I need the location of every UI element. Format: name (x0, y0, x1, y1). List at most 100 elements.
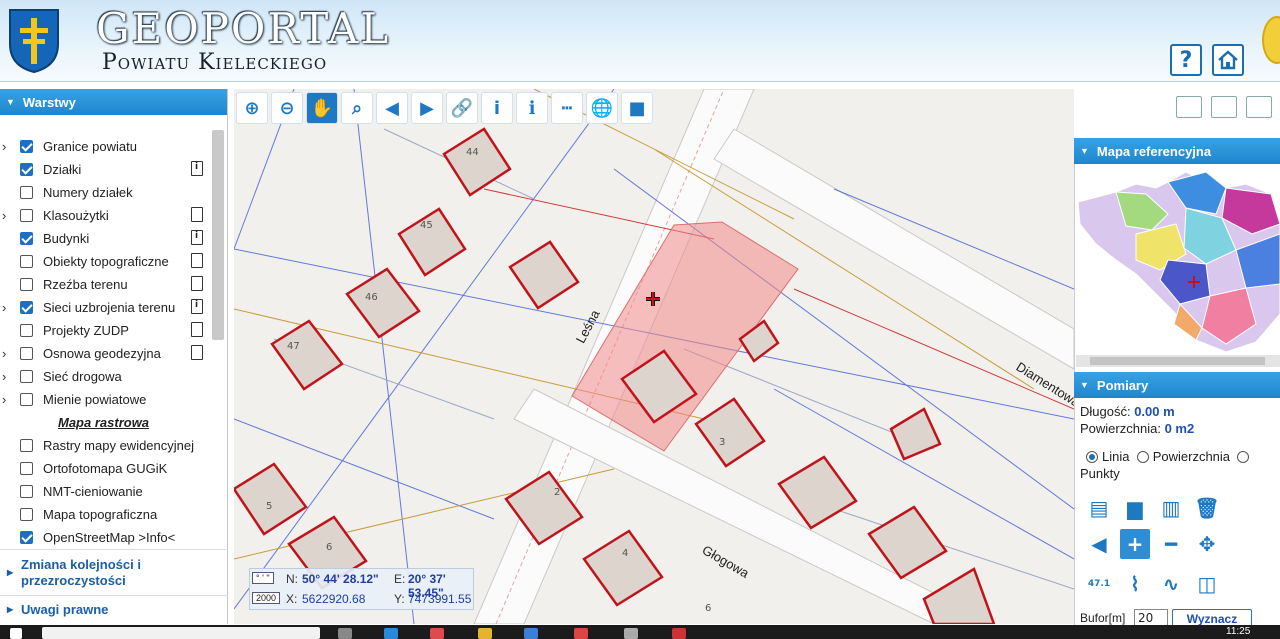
layout-full-icon[interactable] (1176, 96, 1202, 118)
taskbar-search[interactable] (42, 627, 320, 639)
layer-checkbox[interactable] (20, 255, 33, 268)
app2-icon[interactable] (672, 628, 686, 639)
layer-item[interactable]: Projekty ZUDP (0, 321, 212, 344)
option-punkty-label[interactable]: Punkty (1080, 466, 1280, 483)
layer-list-scrollbar[interactable] (212, 130, 224, 340)
radio-linia[interactable] (1086, 451, 1098, 463)
layer-item[interactable]: Mapa topograficzna (0, 505, 212, 528)
edge-icon[interactable] (384, 628, 398, 639)
layer-checkbox[interactable] (20, 163, 33, 176)
layer-item[interactable]: Numery działek (0, 183, 212, 206)
reference-map-header[interactable]: ▼ Mapa referencyjna (1074, 138, 1280, 164)
remove-point-icon[interactable]: ━ (1156, 529, 1186, 559)
layout-split-icon[interactable] (1211, 96, 1237, 118)
layer-item[interactable]: › Osnowa geodezyjna (0, 344, 212, 367)
expand-arrow-icon[interactable]: › (2, 346, 6, 361)
add-point-icon[interactable]: + (1120, 529, 1150, 559)
settings-taskbar-icon[interactable] (624, 628, 638, 639)
print-icon[interactable]: ▥ (1156, 493, 1186, 523)
layer-checkbox[interactable] (20, 324, 33, 337)
expand-arrow-icon[interactable]: › (2, 369, 6, 384)
layer-checkbox[interactable] (20, 393, 33, 406)
layer-checkbox[interactable] (20, 140, 33, 153)
layer-checkbox[interactable] (20, 462, 33, 475)
zoom-in-icon[interactable]: ⊕ (236, 92, 268, 124)
label-tool-icon[interactable]: 47.1 (1084, 569, 1114, 599)
order-transparency-section[interactable]: ▶ Zmiana kolejności i przezroczystości (0, 549, 228, 595)
measure-icon[interactable]: ┅ (551, 92, 583, 124)
layer-item[interactable]: Rastry mapy ewidencyjnej (0, 436, 212, 459)
video-icon[interactable]: ■ (621, 92, 653, 124)
folder-taskbar-icon[interactable] (478, 628, 492, 639)
layers-panel-header[interactable]: ▼ Warstwy (0, 89, 227, 115)
layer-checkbox[interactable] (20, 301, 33, 314)
back-arrow-icon[interactable]: ◀ (1084, 529, 1114, 559)
coord-format-button[interactable]: ° ' " (252, 572, 274, 584)
folder-icon[interactable]: ▆ (1120, 493, 1150, 523)
chrome-icon[interactable] (574, 628, 588, 639)
layer-checkbox[interactable] (20, 370, 33, 383)
metadata-doc-icon[interactable] (191, 253, 203, 268)
layer-checkbox[interactable] (20, 278, 33, 291)
home-button[interactable] (1212, 44, 1244, 76)
metadata-info-icon[interactable] (191, 230, 203, 245)
layer-checkbox[interactable] (20, 209, 33, 222)
layer-item[interactable]: Budynki (0, 229, 212, 252)
zoom-extent-icon[interactable]: ⌕ (341, 92, 373, 124)
cube-icon[interactable]: ◫ (1192, 569, 1222, 599)
reference-map-scrollbar[interactable] (1076, 355, 1280, 367)
layer-item[interactable]: Obiekty topograficzne (0, 252, 212, 275)
layer-item[interactable]: › Granice powiatu (0, 137, 212, 160)
info-icon[interactable]: i (481, 92, 513, 124)
pan-icon[interactable]: ✋ (306, 92, 338, 124)
expand-arrow-icon[interactable]: › (2, 300, 6, 315)
layer-item[interactable]: OpenStreetMap >Info< (0, 528, 212, 551)
wave-icon[interactable]: ∿ (1156, 569, 1186, 599)
next-view-icon[interactable]: ▶ (411, 92, 443, 124)
scroll-thumb[interactable] (1090, 357, 1265, 365)
layer-item[interactable]: Ortofotomapa GUGiK (0, 459, 212, 482)
layer-item[interactable]: › Mienie powiatowe (0, 390, 212, 413)
mail-icon[interactable] (524, 628, 538, 639)
expand-arrow-icon[interactable]: › (2, 392, 6, 407)
option-linia[interactable]: Linia (1086, 449, 1129, 464)
layer-checkbox[interactable] (20, 485, 33, 498)
layer-item[interactable]: › Klasoużytki (0, 206, 212, 229)
reference-map[interactable] (1076, 164, 1280, 354)
layer-checkbox[interactable] (20, 232, 33, 245)
globe-icon[interactable]: 🌐 (586, 92, 618, 124)
start-icon[interactable] (10, 628, 22, 639)
metadata-info-icon[interactable] (191, 161, 203, 176)
layer-item[interactable]: Działki (0, 160, 212, 183)
metadata-doc-icon[interactable] (191, 207, 203, 222)
layer-item[interactable]: › Sieci uzbrojenia terenu (0, 298, 212, 321)
layer-item[interactable]: › Sieć drogowa (0, 367, 212, 390)
coord-system-button[interactable]: 2000 (252, 592, 281, 604)
previous-view-icon[interactable]: ◀ (376, 92, 408, 124)
expand-arrow-icon[interactable]: › (2, 139, 6, 154)
radio-powierzchnia[interactable] (1136, 451, 1149, 463)
legal-notes-section[interactable]: ▶ Uwagi prawne (0, 595, 228, 621)
expand-arrow-icon[interactable]: › (2, 208, 6, 223)
measurements-header[interactable]: ▼ Pomiary (1074, 372, 1280, 398)
layer-item[interactable]: Rzeźba terenu (0, 275, 212, 298)
metadata-doc-icon[interactable] (191, 345, 203, 360)
metadata-doc-icon[interactable] (191, 276, 203, 291)
layer-checkbox[interactable] (20, 186, 33, 199)
layer-checkbox[interactable] (20, 347, 33, 360)
radio-punkty[interactable] (1237, 451, 1250, 463)
link-icon[interactable]: 🔗 (446, 92, 478, 124)
zoom-out-icon[interactable]: ⊖ (271, 92, 303, 124)
option-powierzchnia[interactable]: Powierzchnia (1136, 449, 1230, 464)
layer-checkbox[interactable] (20, 508, 33, 521)
help-button[interactable]: ? (1170, 44, 1202, 76)
task-view-icon[interactable] (338, 628, 352, 639)
app-icon[interactable] (430, 628, 444, 639)
metadata-doc-icon[interactable] (191, 322, 203, 337)
trash-icon[interactable]: 🗑 (1192, 493, 1222, 523)
layer-item[interactable]: NMT-cieniowanie (0, 482, 212, 505)
report-icon[interactable]: ▤ (1084, 493, 1114, 523)
map-canvas[interactable]: Leśna Głogowa Diamentowa 44 45 46 47 5 6… (234, 89, 1074, 624)
metadata-info-icon[interactable] (191, 299, 203, 314)
polyline-icon[interactable]: ⌇ (1120, 569, 1150, 599)
